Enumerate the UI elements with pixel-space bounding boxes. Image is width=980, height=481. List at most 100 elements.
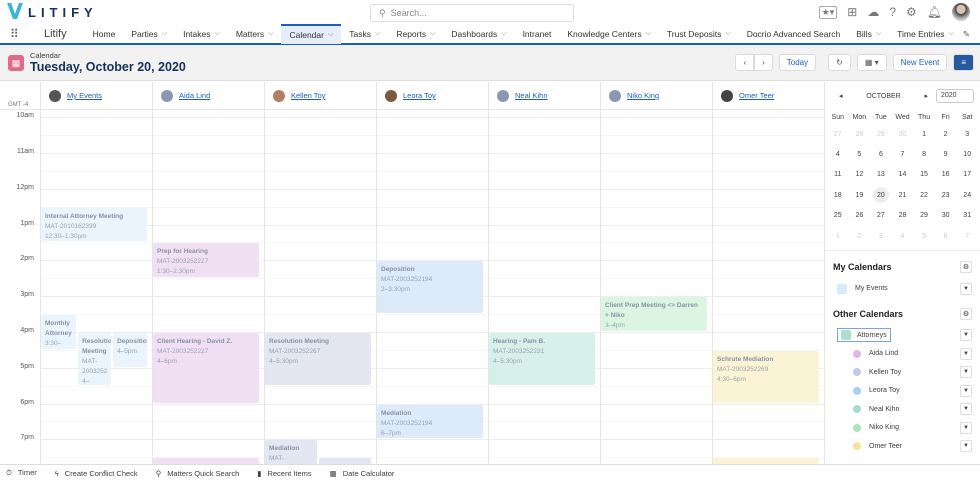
calendar-item-omer-teer[interactable]: Omer Teer ▼ [825,437,980,456]
person-name-link[interactable]: Kellen Toy [291,91,325,100]
day-cell[interactable]: 28 [849,124,871,144]
litify-logo[interactable]: LITIFY [8,3,98,21]
day-cell[interactable]: 3 [956,124,978,144]
utility-matters-quick-search[interactable]: ⚲ Matters Quick Search [156,469,240,478]
gear-icon[interactable]: ⚙ [960,261,972,274]
app-launcher-icon[interactable]: ⠿ [10,27,30,41]
day-cell[interactable]: 9 [935,144,957,164]
column-header-aida-lind[interactable]: Aida Lind [152,82,264,109]
calendar-event[interactable]: Resolution Meeting MAT-2003252267 4–5:30pm [265,332,371,385]
calendar-event[interactable]: Mediation MAT-2003252194 6–7pm [377,404,483,439]
tab-intranet[interactable]: Intranet [515,24,560,44]
day-cell[interactable]: 2 [849,226,871,246]
tab-bills[interactable]: Bills ⌵ [848,24,889,44]
day-cell[interactable]: 7 [956,226,978,246]
dropdown-icon[interactable]: ▼ [960,282,972,295]
tab-matters[interactable]: Matters ⌵ [228,24,282,44]
next-month-icon[interactable]: ▸ [924,92,928,100]
day-cell[interactable]: 30 [892,124,914,144]
day-cell[interactable]: 23 [935,185,957,205]
day-cell[interactable]: 29 [913,206,935,226]
tab-tasks[interactable]: Tasks ⌵ [341,24,388,44]
day-cell[interactable]: 16 [935,165,957,185]
global-actions-plus-icon[interactable]: ⊞ [847,5,857,19]
calendar-item-aida-lind[interactable]: Aida Lind ▼ [825,344,980,363]
day-cell[interactable]: 17 [956,165,978,185]
day-cell[interactable]: 4 [892,226,914,246]
tab-intakes[interactable]: Intakes ⌵ [175,24,228,44]
day-cell[interactable]: 6 [870,144,892,164]
day-cell[interactable]: 12 [849,165,871,185]
day-cell[interactable]: 3 [870,226,892,246]
calendar-event[interactable]: Deposition MAT-2003252194 2–3:30pm [377,261,483,314]
dropdown-icon[interactable]: ▼ [960,347,972,360]
tab-knowledge-centers[interactable]: Knowledge Centers ⌵ [559,24,659,44]
calendar-item-kellen-toy[interactable]: Kellen Toy ▼ [825,363,980,382]
calendar-color-swatch[interactable] [841,330,851,341]
tab-dashboards[interactable]: Dashboards ⌵ [443,24,514,44]
previous-day-button[interactable]: ‹ [735,54,755,71]
tab-time-entries[interactable]: Time Entries ⌵ [889,24,962,44]
tab-calendar[interactable]: Calendar ⌵ [281,24,342,44]
calendar-item-neal-kihn[interactable]: Neal Kihn ▼ [825,400,980,419]
year-select[interactable]: 2020 [936,89,974,103]
day-cell[interactable]: 15 [913,165,935,185]
calendar-event[interactable]: Deposition 4–5pm [113,332,147,367]
chevron-down-icon[interactable]: ⌵ [725,30,730,38]
dropdown-icon[interactable]: ▼ [960,403,972,416]
favorites-star-icon[interactable]: ★▾ [818,5,838,19]
day-cell[interactable]: 1 [827,226,849,246]
calendar-color-swatch[interactable] [837,283,847,294]
next-day-button[interactable]: › [754,54,773,71]
person-name-link[interactable]: Niko King [627,91,659,100]
column-header-my-events[interactable]: My Events [40,82,152,109]
chevron-down-icon[interactable]: ⌵ [646,30,651,38]
help-icon[interactable]: ? [889,5,896,19]
chevron-down-icon[interactable]: ⌵ [162,30,167,38]
user-avatar[interactable] [952,3,970,21]
chevron-down-icon[interactable]: ⌵ [215,30,220,38]
calendar-event[interactable]: Monthly Attorney 3:30–4:30pm [41,315,76,349]
chevron-down-icon[interactable]: ⌵ [268,30,273,38]
tab-parties[interactable]: Parties ⌵ [123,24,175,44]
calendar-item-leora-toy[interactable]: Leora Toy ▼ [825,381,980,400]
column-header-niko-king[interactable]: Niko King [600,82,712,109]
chevron-down-icon[interactable]: ⌵ [430,30,435,38]
sidebar-toggle-button[interactable]: ≡ [953,54,974,71]
day-cell[interactable]: 14 [892,165,914,185]
utility-create-conflict-check[interactable]: ϟ Create Conflict Check [55,469,138,478]
day-cell[interactable]: 28 [892,206,914,226]
utility-timer[interactable]: ⏱ Timer [6,468,37,478]
person-name-link[interactable]: Neal Kihn [515,91,548,100]
person-name-link[interactable]: Aida Lind [179,91,210,100]
trailhead-icon[interactable]: ☁ [867,5,879,19]
tab-home[interactable]: Home [85,24,124,44]
day-cell[interactable]: 7 [892,144,914,164]
dropdown-icon[interactable]: ▼ [960,384,972,397]
person-name-link[interactable]: Leora Toy [403,91,436,100]
tab-docrio-advanced-search[interactable]: Docrio Advanced Search [739,24,849,44]
chevron-down-icon[interactable]: ⌵ [328,31,333,39]
chevron-down-icon[interactable]: ⌵ [375,30,380,38]
day-cell[interactable]: 5 [913,226,935,246]
chevron-down-icon[interactable]: ⌵ [876,30,881,38]
day-cell[interactable]: 18 [827,185,849,205]
calendar-event[interactable]: Mediation MAT- [265,440,317,464]
person-name-link[interactable]: My Events [67,91,102,100]
day-cell[interactable]: 8 [913,144,935,164]
utility-recent-items[interactable]: ▮ Recent Items [257,469,311,478]
dropdown-icon[interactable]: ▼ [960,329,972,342]
notifications-bell-icon[interactable]: 🔔︎ [927,5,942,19]
utility-date-calculator[interactable]: ▦ Date Calculator [330,469,395,478]
day-cell[interactable]: 1 [913,124,935,144]
refresh-button[interactable]: ↻ [828,54,851,71]
column-header-leora-toy[interactable]: Leora Toy [376,82,488,109]
view-selector-button[interactable]: ▦ ▾ [856,54,887,71]
gear-icon[interactable]: ⚙ [906,5,917,19]
calendar-event[interactable]: Schrute Mediation MAT-2003252269 4:30–6pm [713,350,819,403]
day-cell[interactable]: 19 [849,185,871,205]
day-cell[interactable]: 21 [892,185,914,205]
calendar-item-my-events[interactable]: My Events ▼ [825,279,980,298]
day-cell[interactable]: 24 [956,185,978,205]
column-header-omer-teer[interactable]: Omer Teer [712,82,824,109]
